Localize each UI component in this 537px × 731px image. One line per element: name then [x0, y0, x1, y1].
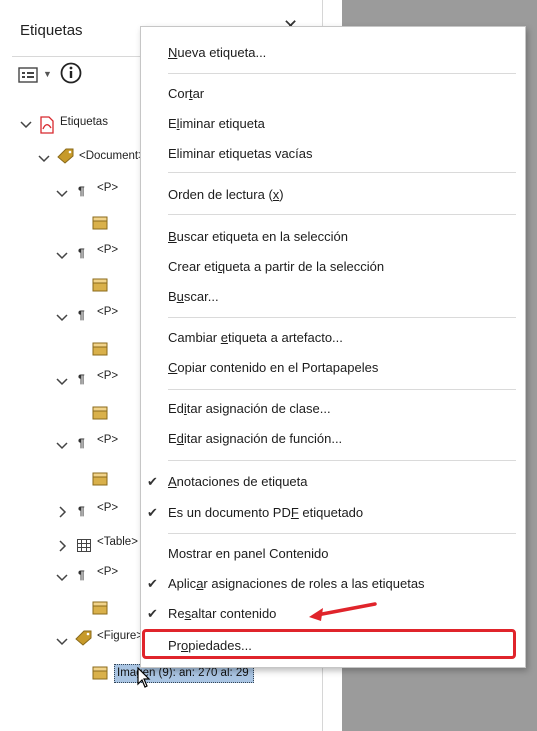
- chevron-down-icon[interactable]: [56, 574, 68, 582]
- menu-item-mostrar-contenido[interactable]: Mostrar en panel Contenido: [168, 546, 328, 561]
- chevron-right-icon[interactable]: [59, 506, 67, 518]
- paragraph-icon: ¶: [78, 308, 85, 322]
- red-arrow-annotation: [309, 602, 377, 621]
- paragraph-icon: ¶: [78, 184, 85, 198]
- tree-document-label[interactable]: <Document>: [79, 150, 145, 162]
- menu-item-resaltar-contenido[interactable]: Resaltar contenido: [168, 606, 276, 621]
- tree-p-label[interactable]: <P>: [97, 434, 118, 446]
- tree-table-label[interactable]: <Table>: [97, 536, 138, 548]
- menu-item-crear-etiqueta[interactable]: Crear etiqueta a partir de la selección: [168, 259, 384, 274]
- content-box-icon: [92, 278, 108, 292]
- tag-icon: [75, 630, 92, 646]
- context-menu: Nueva etiqueta... Cortar Eliminar etique…: [140, 26, 526, 668]
- paragraph-icon: ¶: [78, 436, 85, 450]
- menu-item-nueva-etiqueta[interactable]: Nueva etiqueta...: [168, 45, 266, 60]
- chevron-down-icon[interactable]: [56, 638, 68, 646]
- menu-item-buscar-etiqueta[interactable]: Buscar etiqueta en la selección: [168, 229, 348, 244]
- tree-p-label[interactable]: <P>: [97, 244, 118, 256]
- content-box-icon: [92, 472, 108, 486]
- options-list-icon[interactable]: [18, 67, 40, 83]
- content-box-icon: [92, 216, 108, 230]
- menu-separator: [168, 533, 516, 534]
- chevron-down-icon[interactable]: ▼: [43, 69, 52, 79]
- pdf-icon: [40, 116, 54, 134]
- tree-p-label[interactable]: <P>: [97, 370, 118, 382]
- content-box-icon: [92, 342, 108, 356]
- checkmark-icon: ✔: [147, 474, 158, 489]
- chevron-right-icon[interactable]: [59, 540, 67, 552]
- tree-p-label[interactable]: <P>: [97, 502, 118, 514]
- tree-p-label[interactable]: <P>: [97, 566, 118, 578]
- menu-item-copiar-contenido[interactable]: Copiar contenido en el Portapapeles: [168, 360, 378, 375]
- menu-item-orden-lectura[interactable]: Orden de lectura (x): [168, 187, 284, 202]
- content-box-icon: [92, 666, 108, 680]
- info-icon[interactable]: [60, 62, 82, 84]
- tree-p-label[interactable]: <P>: [97, 182, 118, 194]
- menu-item-aplicar-roles[interactable]: Aplicar asignaciones de roles a las etiq…: [168, 576, 425, 591]
- mouse-cursor-icon: [137, 667, 151, 688]
- chevron-down-icon[interactable]: [20, 121, 32, 129]
- menu-separator: [168, 214, 516, 215]
- chevron-down-icon[interactable]: [56, 378, 68, 386]
- tag-icon: [57, 148, 74, 164]
- paragraph-icon: ¶: [78, 504, 85, 518]
- chevron-down-icon[interactable]: [56, 442, 68, 450]
- tree-figure-label[interactable]: <Figure>: [97, 630, 143, 642]
- menu-item-editar-funcion[interactable]: Editar asignación de función...: [168, 431, 342, 446]
- chevron-down-icon[interactable]: [38, 155, 50, 163]
- checkmark-icon: ✔: [147, 576, 158, 591]
- chevron-down-icon[interactable]: [56, 190, 68, 198]
- chevron-down-icon[interactable]: [56, 314, 68, 322]
- menu-item-anotaciones[interactable]: Anotaciones de etiqueta: [168, 474, 308, 489]
- chevron-down-icon[interactable]: [56, 252, 68, 260]
- menu-item-cambiar-artefacto[interactable]: Cambiar etiqueta a artefacto...: [168, 330, 343, 345]
- menu-separator: [168, 317, 516, 318]
- tree-root-label[interactable]: Etiquetas: [60, 116, 108, 128]
- menu-separator: [168, 389, 516, 390]
- tree-p-label[interactable]: <P>: [97, 306, 118, 318]
- content-box-icon: [92, 406, 108, 420]
- panel-title: Etiquetas: [20, 22, 83, 39]
- menu-item-cortar[interactable]: Cortar: [168, 86, 204, 101]
- menu-separator: [168, 73, 516, 74]
- table-icon: [77, 539, 91, 552]
- menu-item-eliminar-vacias[interactable]: Eliminar etiquetas vacías: [168, 146, 313, 161]
- menu-separator: [168, 172, 516, 173]
- paragraph-icon: ¶: [78, 568, 85, 582]
- checkmark-icon: ✔: [147, 606, 158, 621]
- menu-item-editar-clase[interactable]: Editar asignación de clase...: [168, 401, 331, 416]
- menu-item-buscar[interactable]: Buscar...: [168, 289, 219, 304]
- menu-item-pdf-etiquetado[interactable]: Es un documento PDF etiquetado: [168, 505, 363, 520]
- highlight-annotation-box: [142, 629, 516, 659]
- paragraph-icon: ¶: [78, 246, 85, 260]
- paragraph-icon: ¶: [78, 372, 85, 386]
- menu-separator: [168, 460, 516, 461]
- content-box-icon: [92, 601, 108, 615]
- checkmark-icon: ✔: [147, 505, 158, 520]
- menu-item-eliminar-etiqueta[interactable]: Eliminar etiqueta: [168, 116, 265, 131]
